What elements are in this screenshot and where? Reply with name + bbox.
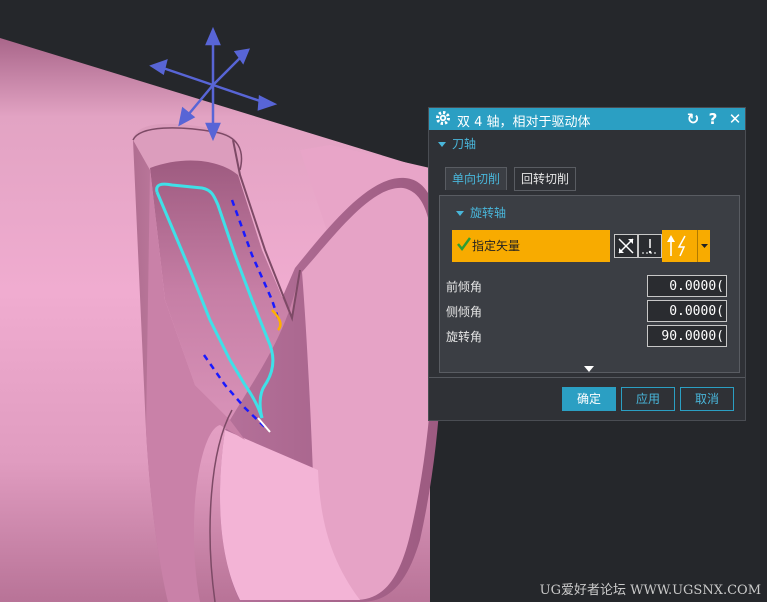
watermark: UG爱好者论坛 WWW.UGSNX.COM <box>539 583 761 598</box>
tool-axis-label: 刀轴 <box>452 137 477 151</box>
lead-angle-label: 前倾角 <box>446 280 483 294</box>
lead-angle-row: 前倾角 <box>440 274 727 298</box>
vector-type-dropdown[interactable] <box>662 230 710 262</box>
apply-button[interactable]: 应用 <box>621 387 675 411</box>
rotation-axis-label: 旋转轴 <box>470 206 507 220</box>
tool-axis-section-header[interactable]: 刀轴 <box>434 135 476 155</box>
collapse-triangle-icon <box>438 142 446 147</box>
tilt-angle-row: 侧倾角 <box>440 299 727 323</box>
more-options-arrow-icon[interactable] <box>584 366 594 372</box>
chevron-down-icon[interactable] <box>697 230 711 262</box>
cancel-button[interactable]: 取消 <box>680 387 734 411</box>
tilt-angle-input[interactable] <box>647 300 727 322</box>
dialog-title: 双 4 轴，相对于驱动体 <box>457 115 591 130</box>
rotation-angle-label: 旋转角 <box>446 330 483 344</box>
specify-vector-label: 指定矢量 <box>472 239 521 253</box>
reset-icon[interactable]: ↻ <box>683 109 703 129</box>
specify-vector-button[interactable]: 指定矢量 <box>452 230 610 262</box>
help-icon[interactable]: ? <box>703 109 723 129</box>
vector-type-icon <box>667 235 686 257</box>
part-body <box>0 38 443 602</box>
gear-icon <box>436 111 450 125</box>
dual-4-axis-dialog: 双 4 轴，相对于驱动体 ↻ ? ✕ 刀轴 单向切削 回转切削 旋转轴 指定矢量 <box>428 107 746 421</box>
tab-rotary-cut[interactable]: 回转切削 <box>514 167 577 191</box>
tab-panel: 旋转轴 指定矢量 前倾角 0.0000(侧倾角 0.0000(旋转角 90.… <box>439 195 740 373</box>
lead-angle-input[interactable] <box>647 275 727 297</box>
reverse-direction-icon[interactable] <box>638 234 662 258</box>
rotation-axis-header[interactable]: 旋转轴 <box>452 204 506 221</box>
tool-axis-group: 刀轴 单向切削 回转切削 旋转轴 指定矢量 前倾角 0.0000(侧倾角 0.… <box>434 135 740 466</box>
tilt-angle-label: 侧倾角 <box>446 305 483 319</box>
dialog-title-bar[interactable]: 双 4 轴，相对于驱动体 ↻ ? ✕ <box>429 108 745 130</box>
collapse-triangle-icon <box>456 211 464 216</box>
rotation-angle-row: 旋转角 <box>440 324 727 348</box>
close-icon[interactable]: ✕ <box>725 109 745 129</box>
ok-button[interactable]: 确定 <box>562 387 616 411</box>
vector-dialog-icon[interactable] <box>614 234 638 258</box>
specify-vector-row: 指定矢量 <box>452 230 724 262</box>
rotation-angle-input[interactable] <box>647 325 727 347</box>
divider <box>429 377 745 378</box>
tab-one-way-cut[interactable]: 单向切削 <box>445 167 508 190</box>
checkmark-icon <box>457 237 471 252</box>
